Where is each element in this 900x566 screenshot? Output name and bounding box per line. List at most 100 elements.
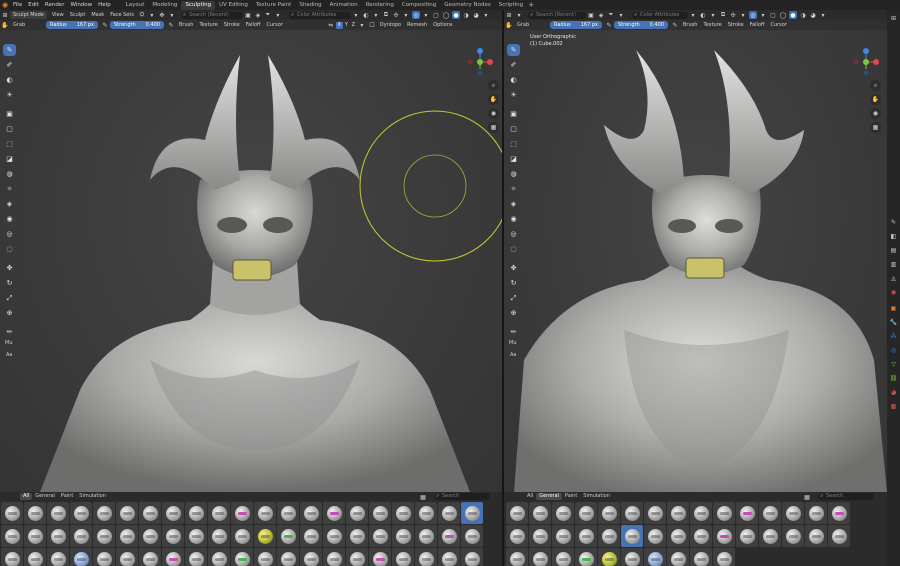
- mask-by-color-tool[interactable]: ◌: [3, 243, 16, 255]
- overlays-toggle-icon[interactable]: ◎: [749, 11, 757, 19]
- brush-thumbnail[interactable]: [300, 502, 322, 524]
- visibility-icon[interactable]: ◐: [699, 11, 707, 19]
- box-face-set-tool[interactable]: ⬚: [507, 138, 520, 150]
- wireframe-shading-icon[interactable]: ◯: [442, 11, 450, 19]
- workspace-tab-animation[interactable]: Animation: [326, 1, 362, 10]
- brush-thumbnail[interactable]: [139, 525, 161, 547]
- ortho-grid-icon[interactable]: ▦: [488, 122, 499, 133]
- brush-thumbnail[interactable]: [575, 502, 597, 524]
- brush-thumbnail[interactable]: [575, 525, 597, 547]
- solid-shading-icon[interactable]: ●: [789, 11, 797, 19]
- mesh-icon[interactable]: ◈: [597, 11, 605, 19]
- color-filter-tool[interactable]: ◉: [507, 213, 520, 225]
- add-workspace-button[interactable]: +: [527, 1, 535, 9]
- brush-thumbnail[interactable]: [828, 502, 850, 524]
- menu-window[interactable]: Window: [67, 2, 95, 8]
- move-tool[interactable]: ✥: [3, 262, 16, 274]
- brush-thumbnail[interactable]: [323, 548, 345, 566]
- brush-thumbnail[interactable]: [323, 525, 345, 547]
- brush-thumbnail[interactable]: [369, 525, 391, 547]
- brush-thumbnail[interactable]: [552, 525, 574, 547]
- gizmo-toggle-icon[interactable]: ✣: [729, 11, 737, 19]
- brush-thumbnail[interactable]: [24, 525, 46, 547]
- brush-thumbnail[interactable]: [208, 502, 230, 524]
- brush-thumbnail[interactable]: [529, 502, 551, 524]
- brush-thumbnail[interactable]: [598, 502, 620, 524]
- chevron-down-icon[interactable]: ▾: [148, 11, 156, 19]
- brush-thumbnail[interactable]: [782, 502, 804, 524]
- menu-render[interactable]: Render: [42, 2, 68, 8]
- navigation-gizmo[interactable]: [852, 48, 880, 76]
- rendered-shading-icon[interactable]: ◕: [472, 11, 480, 19]
- menu-help[interactable]: Help: [95, 2, 114, 8]
- box-hide-tool[interactable]: ▢: [3, 123, 16, 135]
- brush-thumbnail[interactable]: [277, 525, 299, 547]
- rendered-shading-icon[interactable]: ◕: [809, 11, 817, 19]
- overlay-icon[interactable]: ⧉: [719, 11, 727, 19]
- color-attributes-field[interactable]: Color Attributes: [632, 11, 688, 19]
- zoom-icon[interactable]: ⌕: [488, 80, 499, 91]
- workspace-tab-sculpting[interactable]: Sculpting: [181, 0, 216, 10]
- brush-thumbnail[interactable]: [690, 525, 712, 547]
- workspace-tab-compositing[interactable]: Compositing: [398, 1, 440, 10]
- brush-thumbnail[interactable]: [1, 525, 23, 547]
- brush-thumbnail[interactable]: [369, 502, 391, 524]
- view-layer-icon[interactable]: ▥: [889, 260, 898, 269]
- brush-thumbnail[interactable]: [575, 548, 597, 566]
- brush-thumbnail[interactable]: [70, 548, 92, 566]
- brush-thumbnail[interactable]: [461, 548, 483, 566]
- zoom-icon[interactable]: ⌕: [870, 80, 881, 91]
- brush-thumbnail[interactable]: [47, 525, 69, 547]
- shelf-search-input[interactable]: Search: [434, 492, 490, 500]
- scene-properties-icon[interactable]: ◬: [889, 274, 898, 283]
- brush-thumbnail[interactable]: [713, 548, 735, 566]
- brush-thumbnail[interactable]: [644, 525, 666, 547]
- shelf-tab-general[interactable]: General: [32, 493, 58, 500]
- brush-thumbnail[interactable]: [598, 525, 620, 547]
- brush-thumbnail[interactable]: [93, 525, 115, 547]
- box-trim-tool[interactable]: ◪: [507, 153, 520, 165]
- menu-brush[interactable]: Brush: [680, 22, 700, 28]
- wireframe-shading-icon[interactable]: ◯: [779, 11, 787, 19]
- render-properties-icon[interactable]: ◧: [889, 232, 898, 241]
- box-mask-tool[interactable]: ▣: [3, 108, 16, 120]
- cloth-filter-tool[interactable]: ◈: [3, 198, 16, 210]
- workspace-tab-shading[interactable]: Shading: [295, 1, 325, 10]
- brush-thumbnail[interactable]: [24, 502, 46, 524]
- transform-tool[interactable]: ⊕: [3, 307, 16, 319]
- filter-icon[interactable]: ⏷: [607, 11, 615, 19]
- mask-by-color-tool[interactable]: ◌: [507, 243, 520, 255]
- brush-thumbnail[interactable]: [93, 502, 115, 524]
- material-shading-icon[interactable]: ◑: [799, 11, 807, 19]
- box-hide-tool[interactable]: ▢: [507, 123, 520, 135]
- mesh-filter-tool[interactable]: ✧: [3, 183, 16, 195]
- menu-cursor[interactable]: Cursor: [767, 22, 789, 28]
- filter-icon[interactable]: ⏷: [264, 11, 272, 19]
- brush-thumbnail[interactable]: [438, 525, 460, 547]
- chevron-down-icon[interactable]: ▾: [402, 11, 410, 19]
- brush-thumbnail[interactable]: [116, 525, 138, 547]
- chevron-down-icon[interactable]: ▾: [352, 11, 360, 19]
- material-shading-icon[interactable]: ◑: [462, 11, 470, 19]
- brush-thumbnail[interactable]: [621, 525, 643, 547]
- gizmo-toggle-icon[interactable]: ✣: [392, 11, 400, 19]
- workspace-tab-texture-paint[interactable]: Texture Paint: [252, 1, 296, 10]
- brush-thumbnail[interactable]: [529, 525, 551, 547]
- transform-tool[interactable]: ⊕: [507, 307, 520, 319]
- strength-field[interactable]: Strength 0.400: [110, 21, 164, 29]
- brush-thumbnail[interactable]: [1, 502, 23, 524]
- brush-thumbnail[interactable]: [116, 548, 138, 566]
- brush-thumbnail[interactable]: [759, 525, 781, 547]
- radius-field[interactable]: Radius 167 px: [46, 21, 98, 29]
- move-tool[interactable]: ✥: [507, 262, 520, 274]
- shelf-tab-paint[interactable]: Paint: [562, 493, 580, 500]
- menu-falloff[interactable]: Falloff: [243, 22, 264, 28]
- menu-dyntopo[interactable]: Dyntopo: [377, 22, 404, 28]
- shelf-tab-general[interactable]: General: [536, 493, 562, 500]
- strength-field[interactable]: Strength 0.400: [614, 21, 668, 29]
- chevron-down-icon[interactable]: ▾: [358, 21, 366, 29]
- brush-thumbnail[interactable]: [208, 525, 230, 547]
- brush-thumbnail[interactable]: [506, 525, 528, 547]
- brush-thumbnail[interactable]: [621, 548, 643, 566]
- brush-thumbnail[interactable]: [805, 502, 827, 524]
